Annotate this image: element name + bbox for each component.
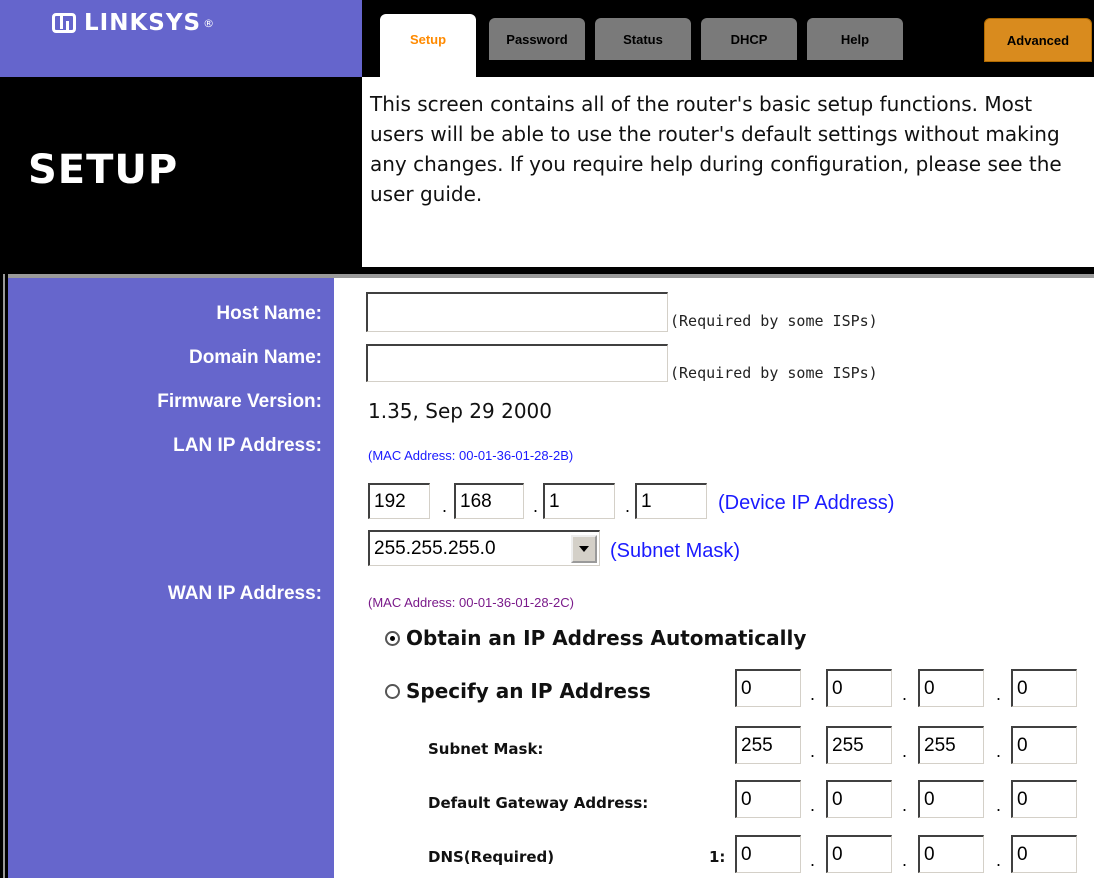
wan-ip-octet-3[interactable]: 0 bbox=[918, 669, 984, 707]
label-column: Host Name: Domain Name: Firmware Version… bbox=[8, 278, 334, 878]
device-ip-note: (Device IP Address) bbox=[718, 492, 895, 514]
tab-password[interactable]: Password bbox=[489, 18, 585, 60]
dns-index: 1: bbox=[709, 848, 726, 866]
ip-separator: . bbox=[902, 850, 908, 870]
domain-name-label: Domain Name: bbox=[188, 347, 322, 368]
lan-ip-octet-4[interactable]: 1 bbox=[635, 483, 707, 519]
dns1-octet-3[interactable]: 0 bbox=[918, 835, 984, 873]
wan-ip-octet-2[interactable]: 0 bbox=[826, 669, 892, 707]
brand-name: LINKSYS bbox=[84, 10, 202, 36]
lan-ip-octet-3[interactable]: 1 bbox=[543, 483, 615, 519]
page-title: SETUP bbox=[28, 147, 179, 193]
ip-separator: . bbox=[810, 795, 816, 815]
dns1-octet-4[interactable]: 0 bbox=[1011, 835, 1077, 873]
firmware-version-value: 1.35, Sep 29 2000 bbox=[368, 399, 553, 423]
wan-subnet-octet-3[interactable]: 255 bbox=[918, 726, 984, 764]
dns1-octet-1[interactable]: 0 bbox=[735, 835, 801, 873]
tab-dhcp[interactable]: DHCP bbox=[701, 18, 797, 60]
domain-name-hint: (Required by some ISPs) bbox=[670, 364, 878, 382]
specify-ip-radio[interactable] bbox=[385, 684, 400, 699]
host-name-input[interactable] bbox=[366, 292, 668, 332]
gateway-octet-3[interactable]: 0 bbox=[918, 780, 984, 818]
dns1-octet-2[interactable]: 0 bbox=[826, 835, 892, 873]
section-divider bbox=[0, 267, 1094, 274]
lan-ip-octet-2[interactable]: 168 bbox=[454, 483, 524, 519]
lan-ip-octet-1[interactable]: 192 bbox=[368, 483, 430, 519]
chevron-down-icon[interactable] bbox=[571, 534, 597, 563]
brand-panel: LINKSYS ® bbox=[0, 0, 362, 77]
firmware-version-label: Firmware Version: bbox=[157, 391, 322, 412]
ip-separator: . bbox=[625, 496, 631, 516]
linksys-logo: LINKSYS ® bbox=[52, 6, 214, 40]
default-gateway-label: Default Gateway Address: bbox=[428, 794, 649, 812]
ip-separator: . bbox=[902, 795, 908, 815]
lan-subnet-mask-select[interactable]: 255.255.255.0 bbox=[368, 530, 600, 566]
ip-separator: . bbox=[810, 741, 816, 761]
tab-status[interactable]: Status bbox=[595, 18, 691, 60]
host-name-hint: (Required by some ISPs) bbox=[670, 312, 878, 330]
ip-separator: . bbox=[533, 496, 539, 516]
specify-ip-label: Specify an IP Address bbox=[406, 679, 651, 703]
gateway-octet-2[interactable]: 0 bbox=[826, 780, 892, 818]
page-title-panel: SETUP bbox=[0, 77, 362, 267]
linksys-logo-icon bbox=[52, 13, 76, 33]
wan-ip-label: WAN IP Address: bbox=[167, 583, 322, 604]
lan-ip-label: LAN IP Address: bbox=[173, 435, 322, 456]
ip-separator: . bbox=[810, 684, 816, 704]
gateway-octet-1[interactable]: 0 bbox=[735, 780, 801, 818]
ip-separator: . bbox=[996, 684, 1002, 704]
domain-name-input[interactable] bbox=[366, 344, 668, 382]
ip-separator: . bbox=[996, 795, 1002, 815]
wan-ip-octet-4[interactable]: 0 bbox=[1011, 669, 1077, 707]
lan-mac-address: (MAC Address: 00-01-36-01-28-2B) bbox=[368, 448, 574, 463]
ip-separator: . bbox=[442, 496, 448, 516]
tab-setup[interactable]: Setup bbox=[380, 14, 476, 78]
ip-separator: . bbox=[996, 741, 1002, 761]
ip-separator: . bbox=[902, 684, 908, 704]
host-name-label: Host Name: bbox=[216, 303, 322, 324]
ip-separator: . bbox=[810, 850, 816, 870]
wan-subnet-mask-label: Subnet Mask: bbox=[428, 740, 544, 758]
lan-subnet-mask-value: 255.255.255.0 bbox=[374, 537, 496, 559]
obtain-ip-radio[interactable] bbox=[385, 631, 400, 646]
left-frame-border-inner bbox=[3, 274, 5, 878]
wan-mac-address: (MAC Address: 00-01-36-01-28-2C) bbox=[368, 595, 574, 610]
subnet-mask-note: (Subnet Mask) bbox=[610, 540, 741, 562]
tab-bar: Setup Password Status DHCP Help Advanced bbox=[362, 0, 1094, 78]
tab-advanced[interactable]: Advanced bbox=[984, 18, 1092, 62]
ip-separator: . bbox=[902, 741, 908, 761]
registered-mark: ® bbox=[203, 16, 215, 30]
ip-separator: . bbox=[996, 850, 1002, 870]
wan-ip-octet-1[interactable]: 0 bbox=[735, 669, 801, 707]
wan-subnet-octet-1[interactable]: 255 bbox=[735, 726, 801, 764]
obtain-ip-label: Obtain an IP Address Automatically bbox=[406, 626, 807, 650]
gateway-octet-4[interactable]: 0 bbox=[1011, 780, 1077, 818]
wan-subnet-octet-2[interactable]: 255 bbox=[826, 726, 892, 764]
dns-label: DNS(Required) bbox=[428, 848, 555, 866]
page-intro: This screen contains all of the router's… bbox=[370, 92, 1062, 206]
tab-help[interactable]: Help bbox=[807, 18, 903, 60]
wan-subnet-octet-4[interactable]: 0 bbox=[1011, 726, 1077, 764]
